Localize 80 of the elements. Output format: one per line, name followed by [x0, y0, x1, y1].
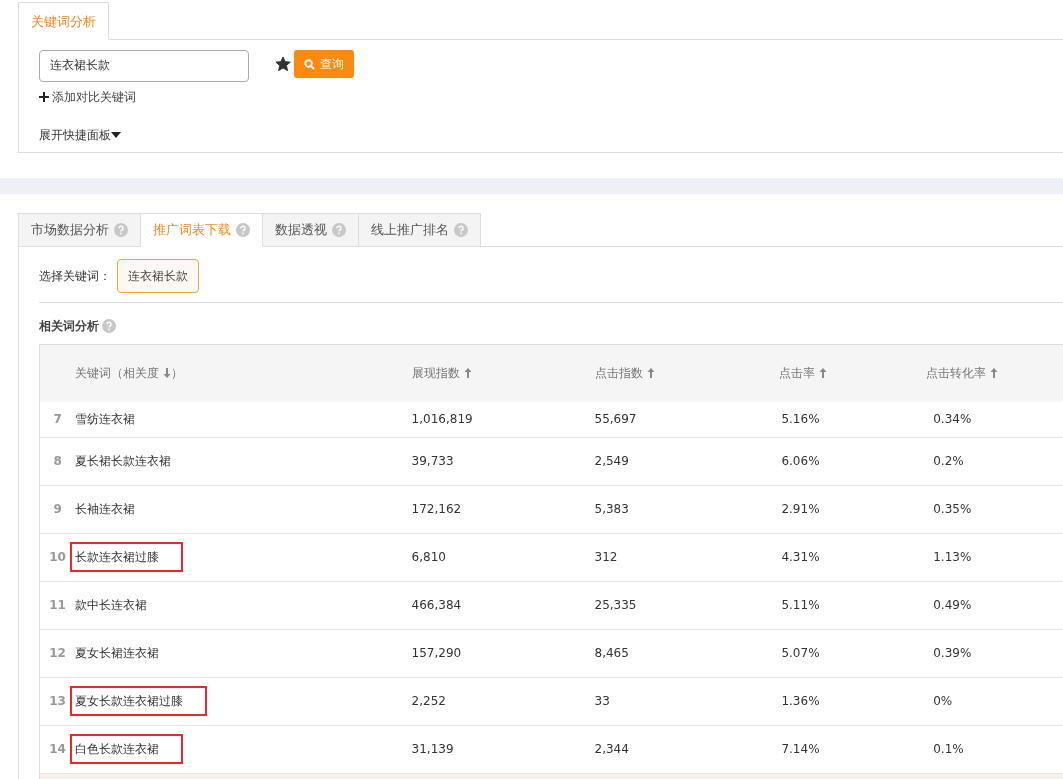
rank-number: 12 — [48, 645, 67, 662]
tab[interactable]: 线上推广排名 — [358, 212, 481, 247]
column-header[interactable]: 点击指数 — [594, 364, 643, 382]
table-cell: 5,383 — [594, 502, 629, 516]
help-icon[interactable] — [102, 318, 116, 333]
keyword-cell: 夏女长款连衣裙过膝 — [70, 686, 208, 716]
add-compare-link[interactable]: 添加对比关键词 — [52, 87, 136, 106]
table-cell: 1.13% — [933, 550, 972, 564]
column-header-paren: ） — [171, 365, 184, 382]
table-cell: 8,465 — [594, 646, 629, 660]
table-cell: 172,162 — [411, 502, 462, 516]
sort-arrow-icon[interactable] — [990, 368, 999, 378]
table-cell: 2,549 — [594, 454, 629, 468]
table-cell: 2,252 — [411, 694, 446, 708]
tab[interactable]: 数据透视 — [262, 212, 359, 247]
table-cell: 0.39% — [933, 646, 972, 660]
table-cell: 2,344 — [594, 742, 629, 756]
table-cell: 5.07% — [781, 646, 820, 660]
table-cell: 39,733 — [411, 454, 454, 468]
table-cell: 0% — [933, 694, 953, 708]
plus-icon[interactable] — [39, 91, 49, 102]
keyword-cell-text: 夏女长裙连衣裙 — [74, 645, 161, 662]
table-cell: 5.16% — [781, 412, 820, 426]
table-cell: 1,016,819 — [411, 412, 473, 426]
table-cell: 25,335 — [594, 598, 637, 612]
caret-icon[interactable] — [111, 131, 121, 138]
rank-number: 7 — [52, 411, 63, 428]
table-cell: 55,697 — [594, 412, 637, 426]
search-icon — [304, 58, 315, 70]
table-cell: 466,384 — [411, 598, 462, 612]
sort-arrow-icon[interactable] — [163, 368, 172, 378]
expand-panel-link[interactable]: 展开快捷面板 — [39, 125, 111, 144]
search-field[interactable]: 连衣裙长款 — [39, 49, 249, 82]
star-icon[interactable] — [275, 55, 291, 72]
table-cell: 1.36% — [781, 694, 820, 708]
help-icon[interactable] — [454, 222, 468, 237]
select-keyword-label: 选择关键词： — [39, 267, 111, 285]
table-cell: 0.2% — [933, 454, 964, 468]
table-cell: 31,139 — [411, 742, 454, 756]
rank-number: 11 — [48, 597, 67, 614]
rank-number: 9 — [52, 501, 63, 518]
table-cell: 6.06% — [781, 454, 820, 468]
rank-number: 13 — [48, 693, 67, 710]
help-icon[interactable] — [236, 222, 250, 237]
section-title: 相关词分析 — [39, 317, 99, 335]
table-cell: 5.11% — [781, 598, 820, 612]
table-cell: 0.49% — [933, 598, 972, 612]
table-cell: 7.14% — [781, 742, 820, 756]
rank-number: 8 — [52, 453, 63, 470]
column-header[interactable]: 展现指数 — [411, 364, 460, 382]
table-cell: 312 — [594, 550, 618, 564]
column-header[interactable]: 点击率 — [778, 364, 815, 382]
query-button[interactable]: 查询 — [294, 50, 354, 78]
keyword-cell-text: 雪纺连衣裙 — [74, 411, 137, 428]
table-cell: 0.34% — [933, 412, 972, 426]
column-header[interactable]: 关键词（相关度 — [75, 364, 160, 382]
table-cell: 2.91% — [781, 502, 820, 516]
sort-arrow-icon[interactable] — [818, 368, 827, 378]
table-cell: 0.35% — [933, 502, 972, 516]
tab[interactable]: 市场数据分析 — [18, 212, 141, 247]
keyword-cell: 白色长款连衣裙 — [70, 734, 184, 764]
keyword-cell-text: 款中长连衣裙 — [74, 597, 149, 614]
table-cell: 33 — [594, 694, 610, 708]
help-icon[interactable] — [332, 222, 346, 237]
rank-number: 14 — [48, 741, 67, 758]
sort-arrow-icon[interactable] — [646, 368, 655, 378]
column-header[interactable]: 点击转化率 — [926, 364, 987, 382]
keyword-cell-text: 长袖连衣裙 — [74, 501, 137, 518]
table-cell: 157,290 — [411, 646, 462, 660]
panel-tab[interactable]: 关键词分析 — [18, 2, 109, 40]
keyword-chip[interactable]: 连衣裙长款 — [117, 258, 199, 293]
tab[interactable]: 推广词表下载 — [140, 212, 263, 247]
table-cell: 0.1% — [933, 742, 964, 756]
keyword-cell-text: 夏长裙长款连衣裙 — [74, 453, 173, 470]
keyword-cell: 长款连衣裙过膝 — [70, 542, 184, 572]
table-cell: 6,810 — [411, 550, 446, 564]
rank-number: 10 — [48, 549, 67, 566]
help-icon[interactable] — [114, 222, 128, 237]
sort-arrow-icon[interactable] — [463, 368, 472, 378]
table-cell: 4.31% — [781, 550, 820, 564]
